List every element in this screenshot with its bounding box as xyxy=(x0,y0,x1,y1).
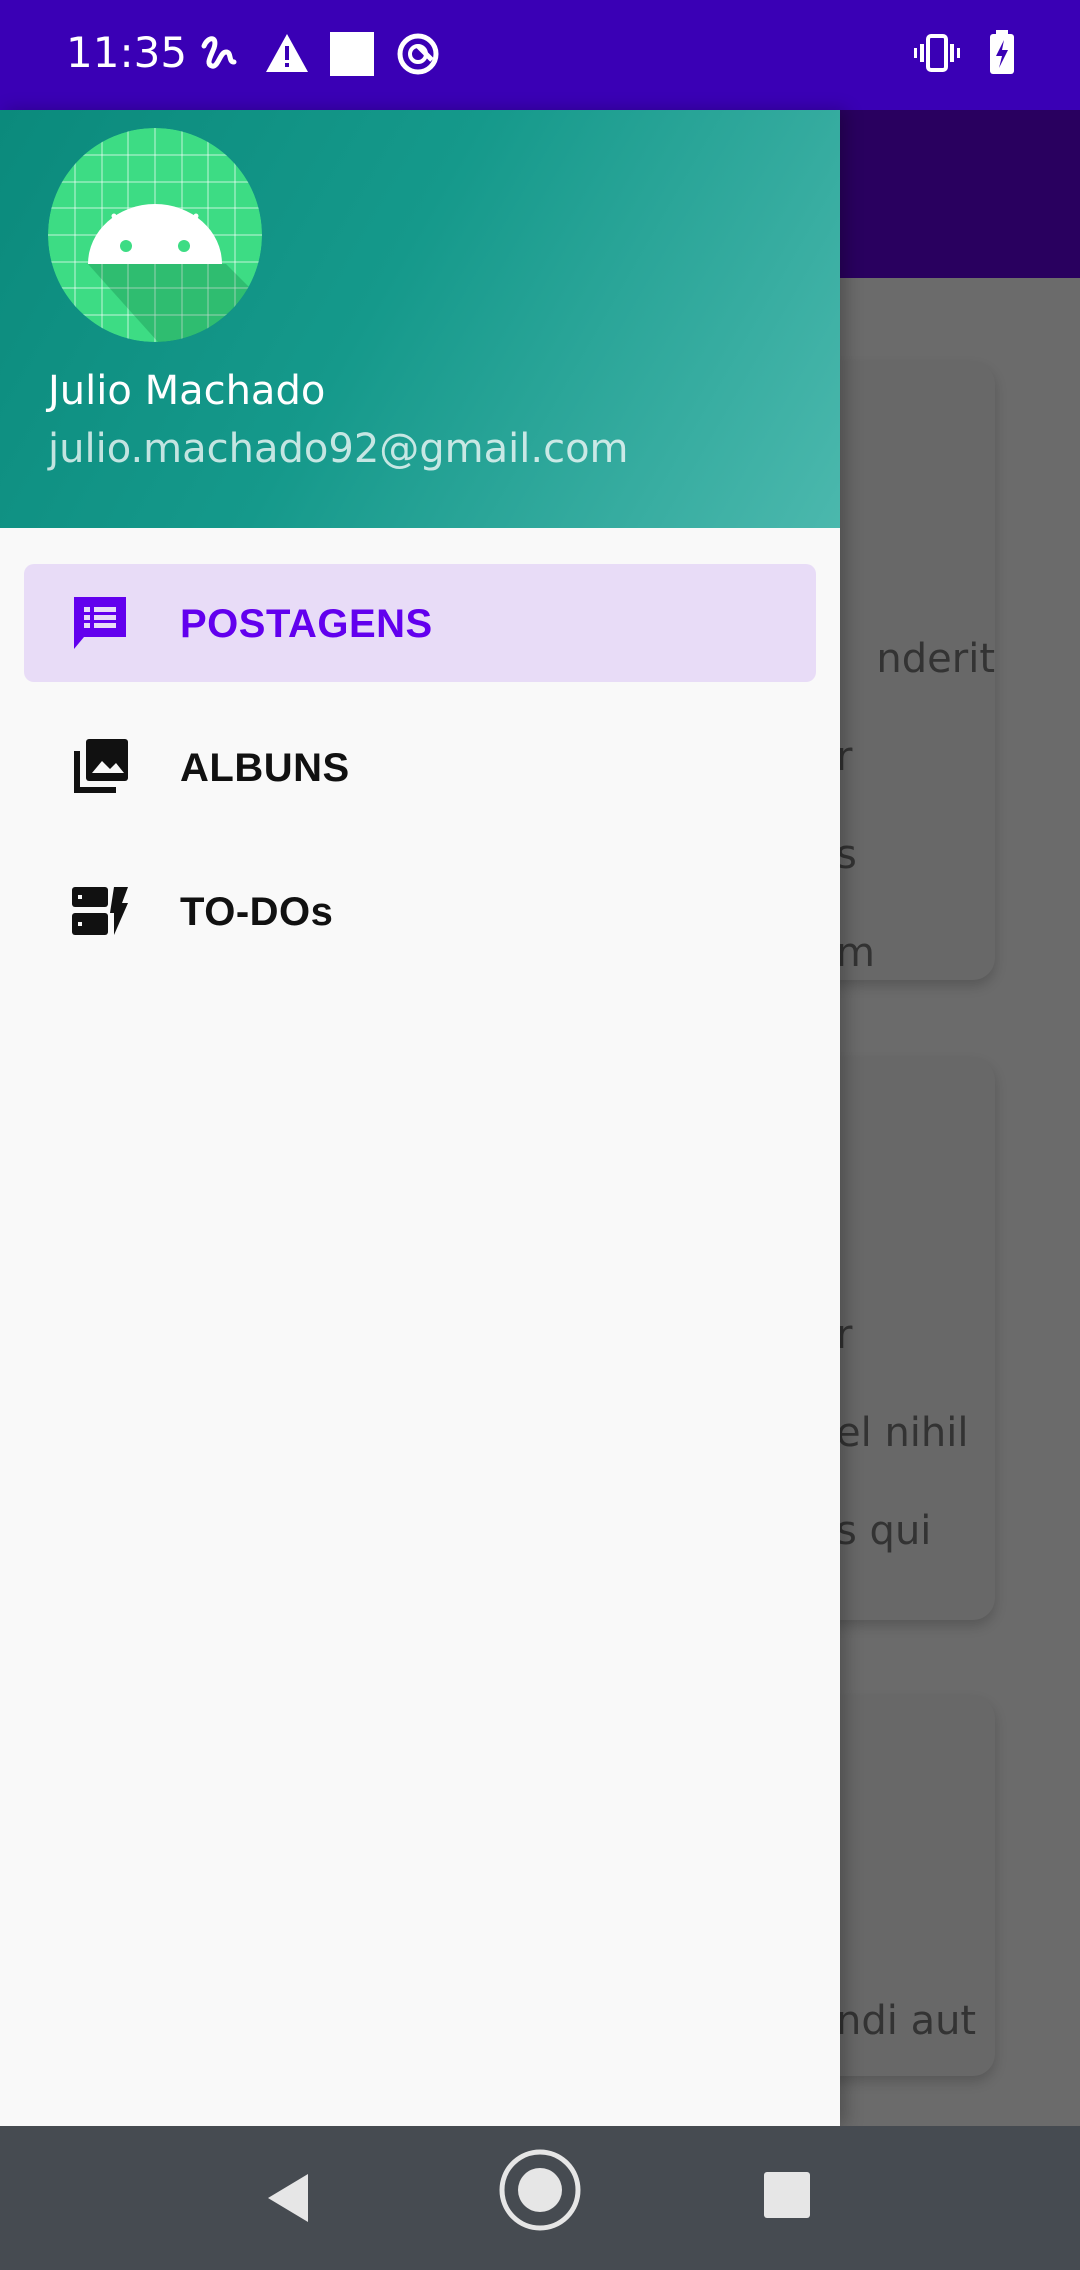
drawer-item-postagens[interactable]: POSTAGENS xyxy=(24,564,816,682)
avatar[interactable] xyxy=(48,128,262,342)
system-navigation-bar xyxy=(0,2126,1080,2270)
recents-icon[interactable] xyxy=(764,2172,810,2218)
card-text: el nihil xyxy=(836,1410,969,1456)
drawer-item-todos[interactable]: TO-DOs xyxy=(24,852,816,970)
user-name: Julio Machado xyxy=(48,368,326,414)
card-text: ndi aut xyxy=(836,1998,977,2044)
status-time: 11:35 xyxy=(66,28,188,77)
battery-charging-icon xyxy=(990,30,1014,74)
dynamic-form-icon xyxy=(72,887,128,935)
status-bar: 11:35 xyxy=(0,0,1080,110)
vibrate-icon xyxy=(914,34,960,72)
drawer-item-label: ALBUNS xyxy=(180,746,350,790)
android-icon xyxy=(48,128,262,342)
squiggle-icon xyxy=(201,36,237,69)
drawer-item-label: POSTAGENS xyxy=(180,602,433,646)
square-icon xyxy=(330,32,374,76)
forum-list-icon xyxy=(74,597,126,649)
user-email: julio.machado92@gmail.com xyxy=(48,426,629,472)
drawer-item-albuns[interactable]: ALBUNS xyxy=(24,708,816,826)
warning-icon xyxy=(266,34,308,72)
drawer-header: Julio Machado julio.machado92@gmail.com xyxy=(0,110,840,528)
card-text: s qui xyxy=(836,1508,932,1554)
navigation-drawer: Julio Machado julio.machado92@gmail.com … xyxy=(0,110,840,2126)
home-icon[interactable] xyxy=(498,2148,582,2232)
back-icon[interactable] xyxy=(262,2170,312,2226)
card-text: m xyxy=(836,930,875,976)
photo-library-icon xyxy=(74,739,128,793)
sync-circle-icon xyxy=(397,33,439,75)
drawer-item-label: TO-DOs xyxy=(180,890,334,934)
